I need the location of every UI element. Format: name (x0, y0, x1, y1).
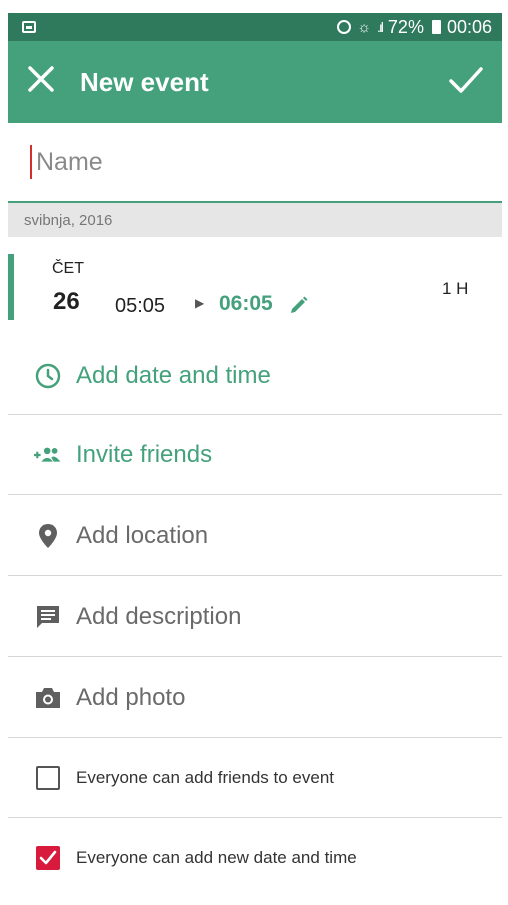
friends-option-label: Everyone can add friends to event (76, 768, 334, 787)
add-description-button[interactable]: Add description (8, 577, 502, 657)
location-pin-icon (34, 522, 62, 550)
day-of-week: ČET (52, 260, 84, 277)
add-date-time-label: Add date and time (76, 362, 271, 389)
battery-icon (431, 20, 441, 34)
datetime-option-checkbox[interactable] (36, 846, 60, 870)
text-cursor (30, 145, 32, 179)
add-description-label: Add description (76, 603, 242, 630)
signal-icon: .ıl (377, 19, 384, 35)
selected-indicator (8, 254, 14, 320)
checkmark-icon (39, 850, 57, 865)
add-photo-button[interactable]: Add photo (8, 658, 502, 738)
friends-option-checkbox[interactable] (36, 766, 60, 790)
pencil-icon[interactable] (289, 295, 309, 315)
add-date-time-button[interactable]: Add date and time (8, 336, 502, 416)
image-notification-icon (22, 21, 36, 33)
name-input[interactable] (34, 146, 458, 178)
add-photo-label: Add photo (76, 684, 186, 711)
invite-friends-label: Invite friends (76, 441, 213, 468)
check-icon[interactable] (448, 62, 488, 102)
add-location-label: Add location (76, 522, 209, 549)
event-time-entry[interactable]: ČET 26 05:05 ▶ 06:05 1 H (8, 254, 502, 320)
end-time[interactable]: 06:05 (219, 292, 273, 316)
divider (8, 494, 502, 495)
datetime-option-label: Everyone can add new date and time (76, 848, 357, 867)
status-bar: ☼ .ıl 72% 00:06 (8, 13, 502, 41)
add-people-icon (34, 441, 62, 469)
battery-percent: 72% (387, 16, 424, 37)
clock-icon (34, 362, 62, 390)
divider (8, 656, 502, 657)
datetime-option-row[interactable]: Everyone can add new date and time (8, 818, 502, 898)
divider (8, 575, 502, 576)
wifi-icon: ☼ (357, 18, 372, 36)
alarm-icon (337, 20, 352, 34)
arrow-right-icon: ▶ (195, 296, 205, 310)
duration-label: 1 H (442, 279, 469, 298)
day-number: 26 (53, 288, 80, 315)
page-title: New event (80, 66, 209, 97)
start-time[interactable]: 05:05 (115, 295, 165, 318)
status-time: 00:06 (446, 16, 492, 37)
message-icon (34, 603, 62, 631)
friends-option-row[interactable]: Everyone can add friends to event (8, 738, 502, 818)
app-bar: New event (8, 41, 502, 123)
name-field-row (8, 123, 502, 203)
camera-icon (34, 684, 62, 712)
add-location-button[interactable]: Add location (8, 496, 502, 576)
invite-friends-button[interactable]: Invite friends (8, 415, 502, 495)
month-header: svibnja, 2016 (8, 203, 502, 237)
close-icon[interactable] (26, 64, 80, 100)
